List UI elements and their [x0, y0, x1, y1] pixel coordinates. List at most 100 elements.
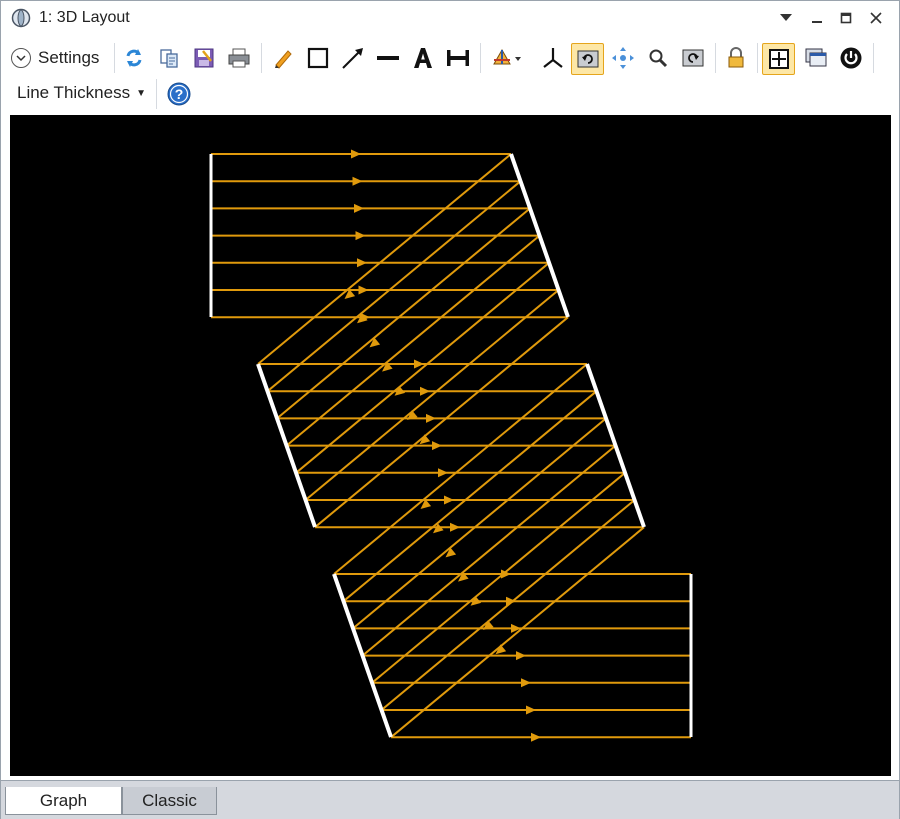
ray-direction-arrow — [526, 705, 536, 715]
arrow-icon — [342, 48, 363, 69]
lock-icon — [728, 47, 744, 68]
copy-button[interactable] — [154, 43, 184, 73]
window-menu-button[interactable] — [773, 7, 799, 29]
ray-direction-arrow — [444, 495, 454, 505]
save-button[interactable] — [189, 43, 219, 73]
reflected-ray — [333, 363, 588, 575]
tab-strip: Graph Classic — [1, 780, 899, 819]
line-thickness-dropdown[interactable]: Line Thickness ▼ — [17, 83, 146, 103]
app-lens-icon — [11, 8, 31, 28]
fit-window-button[interactable] — [762, 43, 795, 75]
zoom-button[interactable] — [643, 43, 673, 73]
rotate-active-button[interactable] — [571, 43, 604, 75]
line-icon — [377, 56, 399, 60]
rotate-view-icon — [493, 48, 521, 65]
ray-direction-arrow — [521, 678, 531, 688]
ray-direction-arrow — [450, 522, 460, 532]
copy-icon — [160, 49, 178, 68]
save-icon — [194, 48, 214, 68]
line-thickness-label: Line Thickness — [17, 83, 131, 102]
ray-direction-arrow — [355, 231, 366, 241]
main-toolbar: Settings — [1, 39, 899, 77]
reflected-ray — [390, 526, 645, 738]
dimension-button[interactable] — [443, 43, 473, 73]
rotate-active-icon — [577, 50, 598, 68]
maximize-icon — [840, 12, 852, 24]
settings-label: Settings — [38, 48, 100, 67]
help-icon: ? — [167, 82, 191, 106]
power-icon — [840, 47, 862, 69]
reflected-ray — [380, 499, 636, 711]
print-button[interactable] — [224, 43, 254, 73]
reflected-ray — [257, 153, 512, 365]
toolbar-separator — [715, 43, 716, 73]
tab-classic-label: Classic — [142, 790, 197, 810]
layout-plot[interactable] — [10, 115, 891, 776]
settings-button[interactable]: Settings — [11, 43, 99, 73]
reflected-ray — [304, 289, 560, 501]
window-layout-icon — [805, 48, 827, 67]
minimize-button[interactable] — [804, 7, 830, 29]
title-bar: 1: 3D Layout — [1, 1, 899, 35]
chevron-down-icon — [11, 48, 31, 68]
rectangle-icon — [307, 47, 329, 69]
svg-text:?: ? — [175, 86, 184, 102]
toolbar-separator — [261, 43, 262, 73]
reflected-ray — [276, 207, 531, 420]
reflected-ray — [266, 180, 522, 392]
reset-view-icon — [682, 49, 704, 67]
text-button[interactable] — [408, 43, 438, 73]
ray-direction-arrow — [357, 258, 367, 268]
caret-down-icon: ▼ — [136, 87, 146, 99]
text-icon — [414, 48, 432, 68]
zoom-icon — [649, 49, 668, 68]
layout-plot-canvas — [209, 149, 693, 742]
tab-graph[interactable]: Graph — [5, 787, 122, 815]
ray-direction-arrow — [432, 441, 442, 451]
lock-button[interactable] — [721, 43, 751, 73]
window: 1: 3D Layout Settings Line Thickness ▼ ?… — [0, 0, 900, 819]
window-layout-button[interactable] — [801, 43, 831, 73]
pan-icon — [612, 47, 634, 69]
ray-direction-arrow — [354, 203, 364, 213]
refresh-icon — [126, 49, 142, 67]
ray-direction-arrow — [352, 176, 363, 186]
arrow-button[interactable] — [338, 43, 368, 73]
rotate-view-dropdown[interactable] — [487, 43, 527, 73]
ray-direction-arrow — [438, 468, 448, 478]
help-button[interactable]: ? — [164, 79, 194, 109]
reflected-ray — [342, 390, 598, 602]
tab-graph-label: Graph — [39, 790, 88, 810]
toolbar-separator — [480, 43, 481, 73]
ray-direction-arrow — [426, 413, 436, 423]
dimension-icon — [447, 50, 469, 66]
ray-direction-arrow — [420, 386, 430, 396]
power-button[interactable] — [836, 43, 866, 73]
dropdown-arrow-icon — [780, 14, 792, 21]
rectangle-button[interactable] — [303, 43, 333, 73]
reset-view-button[interactable] — [678, 43, 708, 73]
secondary-toolbar: Line Thickness ▼ ? — [1, 77, 899, 113]
axis-button[interactable] — [538, 43, 568, 73]
tab-classic[interactable]: Classic — [122, 787, 217, 815]
maximize-button[interactable] — [833, 7, 859, 29]
print-icon — [228, 48, 250, 68]
refresh-button[interactable] — [119, 43, 149, 73]
toolbar-separator — [757, 43, 758, 73]
axis-icon — [543, 48, 563, 68]
pencil-button[interactable] — [268, 43, 298, 73]
minimize-icon — [812, 21, 822, 23]
toolbar-separator — [156, 79, 157, 109]
close-button[interactable] — [863, 7, 889, 29]
close-icon — [870, 12, 882, 24]
toolbar-separator — [114, 43, 115, 73]
reflected-ray — [352, 417, 607, 630]
ray-direction-arrow — [358, 285, 369, 295]
line-button[interactable] — [373, 43, 403, 73]
pan-button[interactable] — [608, 43, 638, 73]
pencil-icon — [275, 50, 292, 69]
reflected-ray — [314, 316, 569, 528]
toolbar-separator — [873, 43, 874, 73]
ray-direction-arrow — [531, 732, 541, 742]
ray-direction-arrow — [351, 149, 361, 159]
